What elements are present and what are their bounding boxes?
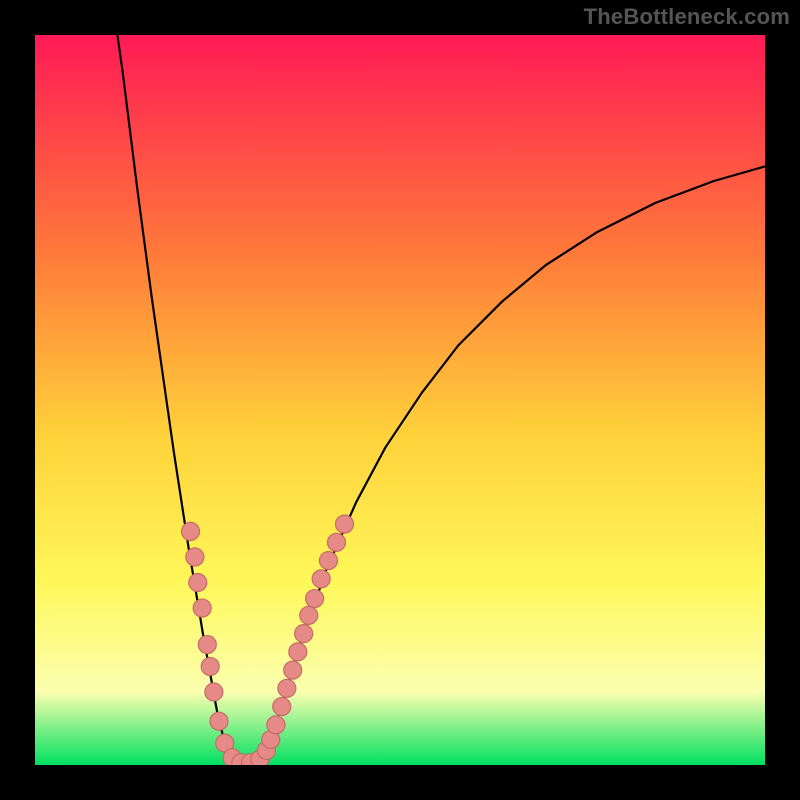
attribution-label: TheBottleneck.com — [584, 4, 790, 30]
bottleneck-chart — [0, 0, 800, 800]
chart-frame: TheBottleneck.com — [0, 0, 800, 800]
